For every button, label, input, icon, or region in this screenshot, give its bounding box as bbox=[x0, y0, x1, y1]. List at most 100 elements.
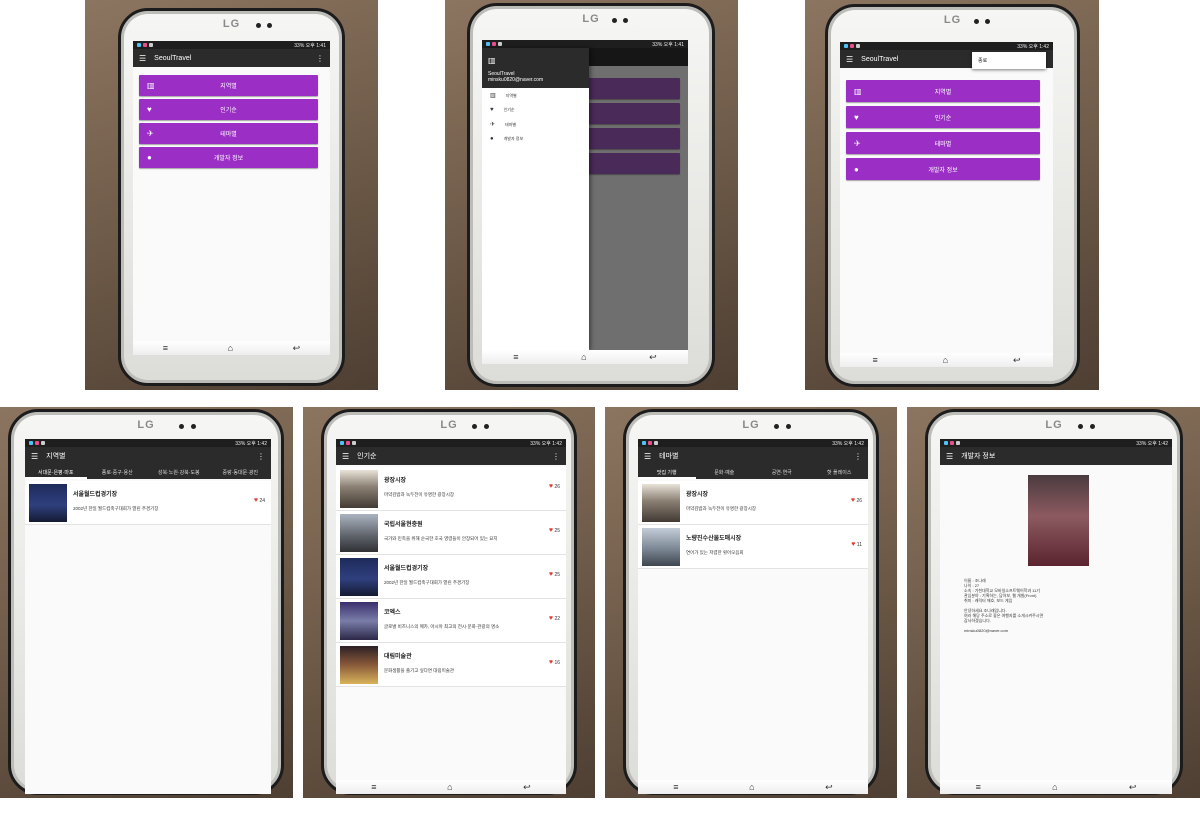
list-item[interactable]: 광장시장 마약김밥과 녹두전이 유명한 광장시장 ♥ 26 bbox=[638, 481, 868, 525]
battery-label: 33% bbox=[652, 41, 663, 48]
heart-icon[interactable]: ♥ bbox=[549, 483, 553, 490]
hamburger-icon[interactable]: ☰ bbox=[846, 55, 853, 64]
hamburger-icon[interactable]: ☰ bbox=[946, 452, 953, 461]
tab-jungnang[interactable]: 중랑·동대문·광진 bbox=[210, 465, 272, 479]
developer-email[interactable]: minsku0820@naver.com bbox=[964, 628, 1164, 633]
camera-icon bbox=[974, 19, 979, 24]
back-icon[interactable]: ↩ bbox=[293, 343, 301, 354]
heart-icon[interactable]: ♥ bbox=[549, 571, 553, 578]
place-description: 연어가 있는 저렴한 횟어모음회 bbox=[686, 550, 744, 555]
place-thumbnail bbox=[340, 514, 378, 552]
recent-apps-icon[interactable]: ≡ bbox=[976, 782, 981, 792]
home-icon[interactable]: ⌂ bbox=[228, 343, 233, 353]
battery-label: 33% bbox=[1017, 43, 1028, 50]
developer-button[interactable]: ● 개발자 정보 bbox=[846, 158, 1040, 180]
place-thumbnail bbox=[340, 602, 378, 640]
drawer-item-theme[interactable]: ✈ 테마별 bbox=[482, 117, 589, 132]
theme-button[interactable]: ✈ 테마별 bbox=[139, 123, 318, 144]
recent-apps-icon[interactable]: ≡ bbox=[371, 782, 376, 792]
back-icon[interactable]: ↩ bbox=[1129, 782, 1137, 793]
recent-apps-icon[interactable]: ≡ bbox=[872, 355, 877, 365]
home-icon[interactable]: ⌂ bbox=[447, 782, 452, 792]
theme-button[interactable]: ✈ 테마별 bbox=[846, 132, 1040, 154]
place-thumbnail bbox=[642, 528, 680, 566]
like-count: 26 bbox=[856, 498, 862, 504]
list-item[interactable]: 서울월드컵경기장 2002년 한일 월드컵축구대회가 열린 주경기장 ♥ 24 bbox=[25, 481, 271, 525]
list-item[interactable]: 광장시장마약김밥과 녹두전이 유명한 광장시장 ♥ 26 bbox=[336, 467, 566, 511]
place-thumbnail bbox=[29, 484, 67, 522]
back-icon[interactable]: ↩ bbox=[523, 782, 531, 793]
phone-body: LG 33% 오후 1:41 ▥ SeoulTravel minsku0820@… bbox=[467, 3, 715, 387]
list-item[interactable]: 노량진수산물도매시장 연어가 있는 저렴한 횟어모음회 ♥ 11 bbox=[638, 525, 868, 569]
drawer-item-label: 개발자 정보 bbox=[503, 136, 524, 141]
tab-seongbuk[interactable]: 성북·노원·강북·도봉 bbox=[148, 465, 210, 479]
overflow-menu: 종료 bbox=[972, 52, 1046, 69]
screen-title: 인기순 bbox=[357, 453, 377, 460]
heart-icon[interactable]: ♥ bbox=[851, 541, 855, 548]
hamburger-icon[interactable]: ☰ bbox=[31, 452, 38, 461]
heart-icon[interactable]: ♥ bbox=[549, 615, 553, 622]
region-button-label: 지역별 bbox=[934, 89, 952, 96]
heart-icon[interactable]: ♥ bbox=[254, 497, 258, 504]
screen-title: 테마별 bbox=[659, 453, 679, 460]
phone-logo: LG bbox=[1045, 419, 1063, 431]
home-icon[interactable]: ⌂ bbox=[581, 352, 586, 362]
sensor-icon bbox=[484, 424, 489, 429]
list-item[interactable]: 코엑스 글로벌 비즈니스의 메카, 아시아 최고의 전시·문화·관광의 명소 ♥ … bbox=[336, 599, 566, 643]
heart-icon[interactable]: ♥ bbox=[851, 497, 855, 504]
recent-apps-icon[interactable]: ≡ bbox=[163, 343, 168, 353]
system-nav-bar: ≡ ⌂ ↩ bbox=[840, 353, 1053, 367]
list-item[interactable]: 서울월드컵경기장 2002년 한일 월드컵축구대회가 열린 주경기장 ♥ 25 bbox=[336, 555, 566, 599]
list-item[interactable]: 대림미술관 문화생활을 즐기고 싶다면 대림미술관 ♥ 16 bbox=[336, 643, 566, 687]
phone-logo: LG bbox=[742, 419, 760, 431]
tab-culture[interactable]: 문화·예술 bbox=[696, 465, 754, 479]
recent-apps-icon[interactable]: ≡ bbox=[513, 352, 518, 362]
region-button[interactable]: ▥ 지역별 bbox=[139, 75, 318, 96]
list-item[interactable]: 국립서울현충원 국가와 민족을 위해 순국한 호국 영령들이 안장되어 있는 묘지… bbox=[336, 511, 566, 555]
recent-apps-icon[interactable]: ≡ bbox=[673, 782, 678, 792]
like-count: 25 bbox=[554, 572, 560, 578]
place-name: 광장시장 bbox=[384, 478, 407, 484]
home-icon[interactable]: ⌂ bbox=[749, 782, 754, 792]
popular-button[interactable]: ♥ 인기순 bbox=[846, 106, 1040, 128]
more-options-icon[interactable]: ⋮ bbox=[257, 452, 265, 461]
home-icon[interactable]: ⌂ bbox=[943, 355, 948, 365]
hamburger-icon[interactable]: ☰ bbox=[644, 452, 651, 461]
heart-icon[interactable]: ♥ bbox=[549, 527, 553, 534]
heart-icon[interactable]: ♥ bbox=[549, 659, 553, 666]
clock: 오후 1:41 bbox=[663, 41, 684, 48]
more-options-icon[interactable]: ⋮ bbox=[552, 452, 560, 461]
hamburger-icon[interactable]: ☰ bbox=[139, 54, 146, 63]
person-icon: ● bbox=[854, 164, 859, 174]
battery-label: 33% bbox=[294, 42, 305, 49]
home-icon[interactable]: ⌂ bbox=[1052, 782, 1057, 792]
hamburger-icon[interactable]: ☰ bbox=[342, 452, 349, 461]
more-options-icon[interactable]: ⋮ bbox=[316, 54, 324, 63]
place-description: 마약김밥과 녹두전이 유명한 광장시장 bbox=[384, 492, 454, 497]
status-bar: 33% 오후 1:42 bbox=[638, 439, 868, 447]
region-button[interactable]: ▥ 지역별 bbox=[846, 80, 1040, 102]
developer-button[interactable]: ● 개발자 정보 bbox=[139, 147, 318, 168]
tab-jongno[interactable]: 종로·중구·용산 bbox=[87, 465, 149, 479]
heart-icon: ♥ bbox=[490, 107, 494, 113]
tab-hot-place[interactable]: 핫 플레이스 bbox=[811, 465, 869, 479]
map-icon: ▥ bbox=[854, 86, 862, 96]
popular-button[interactable]: ♥ 인기순 bbox=[139, 99, 318, 120]
exit-menu-item[interactable]: 종료 bbox=[978, 58, 987, 64]
drawer-item-developer[interactable]: ● 개발자 정보 bbox=[482, 132, 589, 146]
camera-icon bbox=[179, 424, 184, 429]
map-icon: ▥ bbox=[488, 56, 496, 65]
place-name: 서울월드컵경기장 bbox=[73, 492, 118, 498]
drawer-item-popular[interactable]: ♥ 인기순 bbox=[482, 103, 589, 117]
like-count: 26 bbox=[554, 484, 560, 490]
back-icon[interactable]: ↩ bbox=[1013, 355, 1021, 366]
tab-seodaemun[interactable]: 서대문·은평·마포 bbox=[25, 465, 87, 479]
back-icon[interactable]: ↩ bbox=[649, 352, 657, 363]
place-description: 2002년 한일 월드컵축구대회가 열린 주경기장 bbox=[384, 580, 470, 585]
tab-performance[interactable]: 공연·연극 bbox=[753, 465, 811, 479]
tab-food[interactable]: 맛집 기행 bbox=[638, 465, 696, 479]
back-icon[interactable]: ↩ bbox=[825, 782, 833, 793]
more-options-icon[interactable]: ⋮ bbox=[854, 452, 862, 461]
drawer-item-region[interactable]: ▥ 지역별 bbox=[482, 88, 589, 103]
phone-body: LG 33% 오후 1:42 ☰ 인기순 ⋮ 광장시장 마약김밥과 녹두전이 유명… bbox=[321, 409, 577, 795]
